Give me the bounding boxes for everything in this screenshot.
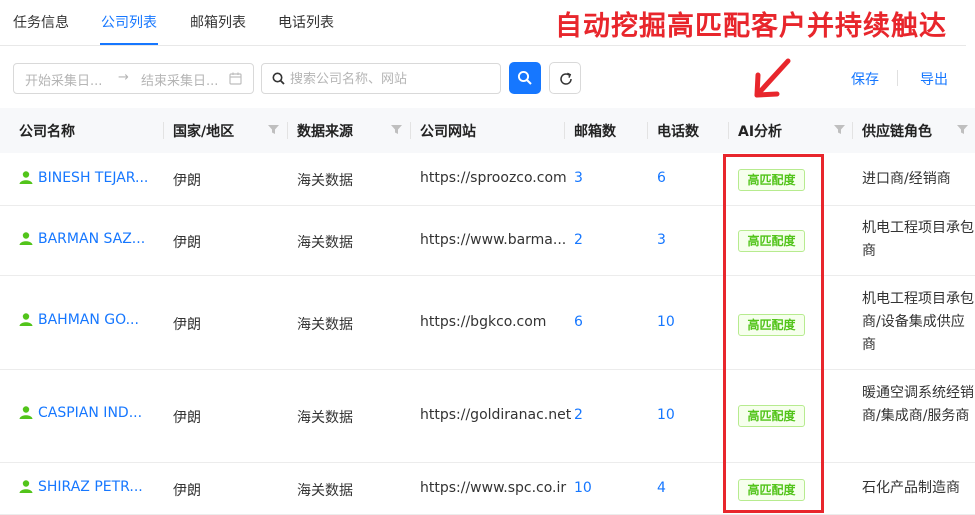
country-cell: 伊朗 — [173, 235, 201, 251]
table-row[interactable]: BINESH TEJAR... 伊朗 海关数据 https://sproozco… — [0, 153, 975, 206]
website-cell: https://www.barma... — [420, 232, 567, 248]
role-cell: 进口商/经销商 — [862, 171, 951, 187]
email-count[interactable]: 2 — [574, 232, 583, 248]
country-cell: 伊朗 — [173, 317, 201, 333]
column-separator — [287, 122, 288, 139]
email-count[interactable]: 10 — [574, 480, 592, 496]
active-tab-indicator — [100, 43, 158, 45]
column-separator — [647, 122, 648, 139]
company-name[interactable]: SHIRAZ PETR... — [38, 479, 143, 495]
table-row[interactable]: SHIRAZ PETR... 伊朗 海关数据 https://www.spc.c… — [0, 463, 975, 515]
source-cell: 海关数据 — [297, 410, 353, 426]
user-icon — [19, 313, 33, 326]
country-cell: 伊朗 — [173, 173, 201, 189]
table-row[interactable]: BARMAN SAZ... 伊朗 海关数据 https://www.barma.… — [0, 206, 975, 276]
phone-count[interactable]: 4 — [657, 480, 666, 496]
refresh-icon — [560, 72, 572, 85]
column-separator — [852, 122, 853, 139]
calendar-icon — [229, 72, 242, 85]
range-arrow: → — [118, 70, 129, 85]
country-cell: 伊朗 — [173, 483, 201, 499]
company-list-page: 任务信息 公司列表 邮箱列表 电话列表 自动挖掘高匹配客户并持续触达 开始采集日… — [0, 0, 975, 515]
source-cell: 海关数据 — [297, 317, 353, 333]
email-count[interactable]: 3 — [574, 170, 583, 186]
source-cell: 海关数据 — [297, 173, 353, 189]
ai-column-highlight — [723, 154, 824, 513]
company-name-link[interactable]: SHIRAZ PETR... — [19, 479, 143, 495]
save-button[interactable]: 保存 — [851, 69, 879, 89]
search-input[interactable] — [290, 69, 495, 89]
tab-company-list[interactable]: 公司列表 — [101, 12, 157, 32]
company-name-link[interactable]: CASPIAN IND... — [19, 405, 142, 421]
search-button[interactable] — [509, 62, 541, 94]
red-arrow-icon — [754, 58, 791, 98]
user-icon — [19, 480, 33, 493]
website-cell: https://sproozco.com — [420, 170, 567, 186]
phone-count[interactable]: 6 — [657, 170, 666, 186]
website-cell: https://goldiranac.net — [420, 407, 572, 423]
promo-headline: 自动挖掘高匹配客户并持续触达 — [555, 11, 947, 42]
column-website[interactable]: 公司网站 — [420, 121, 476, 141]
filter-icon[interactable] — [391, 124, 402, 135]
tab-task-info[interactable]: 任务信息 — [13, 12, 69, 32]
tab-phone-list[interactable]: 电话列表 — [278, 12, 334, 32]
table-row[interactable]: BAHMAN GO... 伊朗 海关数据 https://bgkco.com 6… — [0, 276, 975, 370]
filter-icon[interactable] — [957, 124, 968, 135]
website-cell: https://bgkco.com — [420, 314, 547, 330]
user-icon — [19, 406, 33, 419]
role-cell: 石化产品制造商 — [862, 480, 960, 496]
table-row[interactable]: CASPIAN IND... 伊朗 海关数据 https://goldirana… — [0, 370, 975, 463]
export-button[interactable]: 导出 — [920, 69, 948, 89]
date-range-picker[interactable]: 开始采集日... → 结束采集日... — [13, 63, 254, 94]
user-icon — [19, 232, 33, 245]
phone-count[interactable]: 10 — [657, 407, 675, 423]
filter-icon[interactable] — [268, 124, 279, 135]
company-name-link[interactable]: BAHMAN GO... — [19, 312, 139, 328]
role-cell: 暖通空调系统经销商/集成商/服务商 — [862, 385, 974, 424]
column-data-source[interactable]: 数据来源 — [297, 121, 353, 141]
role-cell: 机电工程项目承包商 — [862, 220, 974, 259]
column-separator — [410, 122, 411, 139]
search-icon — [272, 72, 285, 85]
company-name[interactable]: BAHMAN GO... — [38, 312, 139, 328]
source-cell: 海关数据 — [297, 483, 353, 499]
column-separator — [564, 122, 565, 139]
country-cell: 伊朗 — [173, 410, 201, 426]
column-company-name[interactable]: 公司名称 — [19, 121, 75, 141]
tab-email-list[interactable]: 邮箱列表 — [190, 12, 246, 32]
company-name[interactable]: CASPIAN IND... — [38, 405, 142, 421]
toolbar-divider — [897, 70, 898, 86]
column-separator — [163, 122, 164, 139]
filter-icon[interactable] — [834, 124, 845, 135]
source-cell: 海关数据 — [297, 235, 353, 251]
end-date-placeholder[interactable]: 结束采集日... — [141, 70, 218, 89]
column-country[interactable]: 国家/地区 — [173, 121, 234, 141]
email-count[interactable]: 2 — [574, 407, 583, 423]
refresh-button[interactable] — [549, 62, 581, 94]
phone-count[interactable]: 10 — [657, 314, 675, 330]
company-name[interactable]: BINESH TEJAR... — [38, 170, 148, 186]
column-phone-count[interactable]: 电话数 — [657, 121, 699, 141]
column-email-count[interactable]: 邮箱数 — [574, 121, 616, 141]
start-date-placeholder[interactable]: 开始采集日... — [25, 70, 102, 89]
company-name-link[interactable]: BARMAN SAZ... — [19, 231, 145, 247]
column-supply-chain-role[interactable]: 供应链角色 — [862, 121, 932, 141]
user-icon — [19, 171, 33, 184]
phone-count[interactable]: 3 — [657, 232, 666, 248]
table-header: 公司名称 国家/地区 数据来源 公司网站 邮箱数 电话数 AI分析 供应链角色 — [0, 108, 975, 153]
column-separator — [728, 122, 729, 139]
company-name[interactable]: BARMAN SAZ... — [38, 231, 145, 247]
company-name-link[interactable]: BINESH TEJAR... — [19, 170, 148, 186]
email-count[interactable]: 6 — [574, 314, 583, 330]
search-icon — [517, 70, 532, 85]
role-cell: 机电工程项目承包商/设备集成供应商 — [862, 291, 974, 353]
column-ai-analysis[interactable]: AI分析 — [738, 121, 782, 141]
website-cell: https://www.spc.co.ir — [420, 480, 567, 496]
search-box[interactable] — [261, 63, 501, 94]
